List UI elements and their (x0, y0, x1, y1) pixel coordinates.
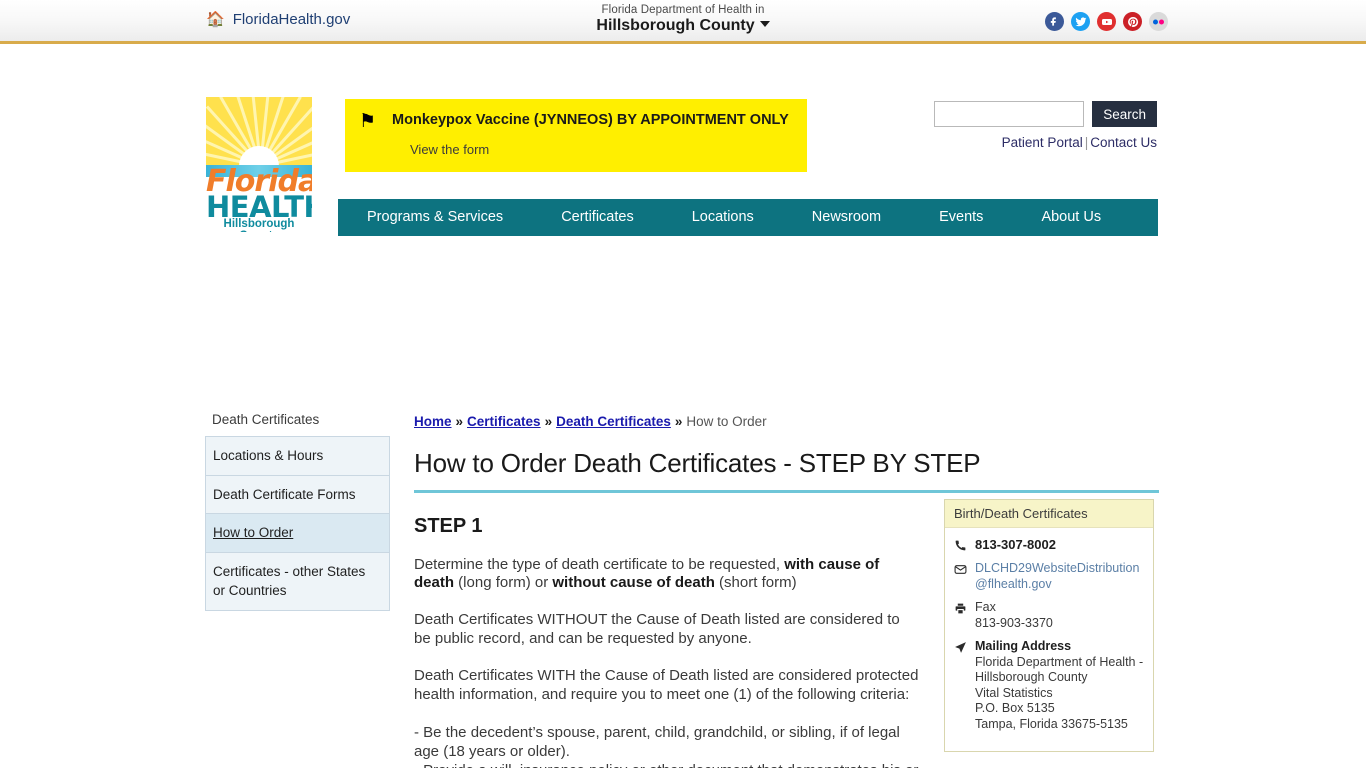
contact-address-block: Mailing Address Florida Department of He… (975, 639, 1144, 732)
top-utility-bar: 🏠 FloridaHealth.gov Florida Department o… (0, 0, 1366, 44)
breadcrumb-current: How to Order (686, 414, 767, 429)
contact-fax-number: 813-903-3370 (975, 615, 1053, 630)
address-line-4: Tampa, Florida 33675-5135 (975, 716, 1128, 731)
county-label: Hillsborough County (596, 17, 755, 34)
social-links (1045, 12, 1168, 31)
sidebar-item-label: How to Order (213, 525, 294, 541)
sidebar-item-label: Locations & Hours (213, 448, 324, 463)
search-button[interactable]: Search (1092, 101, 1157, 127)
alert-title: Monkeypox Vaccine (JYNNEOS) BY APPOINTME… (392, 112, 789, 128)
search-input[interactable] (934, 101, 1085, 127)
nav-item-about-us[interactable]: About Us (1012, 199, 1130, 236)
contact-fax-block: Fax 813-903-3370 (975, 600, 1053, 631)
breadcrumb-link-death-certificates[interactable]: Death Certificates (556, 414, 671, 429)
address-line-1: Florida Department of Health - Hillsboro… (975, 654, 1144, 685)
contact-phone: 813-307-8002 (975, 537, 1056, 552)
contact-email-row: DLCHD29WebsiteDistribution@flhealth.gov (954, 561, 1144, 592)
step1-text-a: Determine the type of death certificate … (414, 555, 785, 573)
sunburst-graphic (206, 97, 312, 172)
page-title: How to Order Death Certificates - STEP B… (414, 449, 1159, 493)
contact-address-row: Mailing Address Florida Department of He… (954, 639, 1144, 732)
nav-item-certificates[interactable]: Certificates (532, 199, 663, 236)
step-1-paragraph-2: Death Certificates WITHOUT the Cause of … (414, 611, 900, 648)
pinterest-icon[interactable] (1123, 12, 1142, 31)
sidebar-item-how-to-order[interactable]: How to Order (206, 514, 389, 553)
logo-county-text: Hillsborough County (223, 218, 295, 232)
nav-item-locations[interactable]: Locations (663, 199, 783, 236)
utility-links: Patient Portal | Contact Us (1002, 135, 1157, 150)
nav-item-events[interactable]: Events (910, 199, 1012, 236)
patient-portal-link[interactable]: Patient Portal (1002, 135, 1083, 150)
youtube-icon[interactable] (1097, 12, 1116, 31)
sidebar-item-death-certificate-forms[interactable]: Death Certificate Forms (206, 475, 389, 515)
contact-address-label: Mailing Address (975, 639, 1072, 654)
sidebar-nav: Locations & Hours Death Certificate Form… (205, 436, 390, 611)
alert-view-form-link[interactable]: View the form (410, 142, 489, 157)
breadcrumb-separator: » (544, 414, 553, 429)
contact-phone-row: 813-307-8002 (954, 537, 1144, 553)
site-search: Search (934, 101, 1157, 127)
envelope-icon (954, 561, 968, 592)
contact-card-heading: Birth/Death Certificates (945, 500, 1153, 528)
address-line-3: P.O. Box 5135 (975, 701, 1055, 716)
facebook-icon[interactable] (1045, 12, 1064, 31)
printer-icon (954, 600, 968, 631)
breadcrumb-separator: » (674, 414, 683, 429)
nav-item-programs-services[interactable]: Programs & Services (338, 199, 532, 236)
contact-card: Birth/Death Certificates 813-307-8002 DL… (944, 499, 1154, 753)
sidebar-item-locations-hours[interactable]: Locations & Hours (206, 437, 389, 476)
step1-text-d: without cause of death (552, 574, 715, 592)
sidebar-item-certificates-other-states[interactable]: Certificates - other States or Countries (206, 552, 389, 611)
phone-icon (954, 537, 968, 553)
address-line-2: Vital Statistics (975, 685, 1053, 700)
breadcrumb-link-certificates[interactable]: Certificates (467, 414, 541, 429)
step-1-criteria-list: - Be the decedent’s spouse, parent, chil… (414, 723, 919, 768)
step-1-heading: STEP 1 (414, 514, 483, 537)
left-sidebar: Death Certificates Locations & Hours Dea… (205, 412, 390, 611)
step-1-paragraph-1: Determine the type of death certificate … (414, 556, 919, 594)
contact-email-link[interactable]: DLCHD29WebsiteDistribution@flhealth.gov (975, 561, 1139, 591)
main-content: Home» Certificates» Death Certificates» How… (414, 412, 1159, 768)
location-arrow-icon (954, 639, 968, 732)
breadcrumb-separator: » (455, 414, 464, 429)
step-1-paragraph-3: Death Certificates WITH the Cause of Dea… (414, 667, 919, 704)
criteria-item-1: - Be the decedent’s spouse, parent, chil… (414, 723, 900, 761)
site-header: Florida HEALTH Hillsborough County ⚑ Mon… (0, 44, 1366, 236)
nav-item-newsroom[interactable]: Newsroom (783, 199, 910, 236)
chevron-down-icon (759, 21, 770, 27)
sidebar-item-label: Certificates - other States or Countries (213, 563, 366, 599)
twitter-icon[interactable] (1071, 12, 1090, 31)
criteria-item-2: - Provide a will, insurance policy or ot… (414, 762, 918, 768)
utility-separator: | (1084, 135, 1089, 150)
florida-health-logo[interactable]: Florida HEALTH Hillsborough County (206, 97, 312, 232)
contact-fax-label: Fax (975, 600, 996, 615)
flag-icon: ⚑ (359, 111, 377, 132)
contact-email-wrap: DLCHD29WebsiteDistribution@flhealth.gov (975, 561, 1144, 592)
main-navigation: Programs & Services Certificates Locatio… (338, 199, 1158, 236)
sidebar-title: Death Certificates (212, 412, 320, 427)
county-selector[interactable]: Hillsborough County (596, 17, 770, 35)
breadcrumb-link-home[interactable]: Home (414, 414, 452, 429)
step1-text-e: (short form) (714, 574, 797, 592)
sidebar-item-label: Death Certificate Forms (213, 486, 356, 502)
breadcrumb: Home» Certificates» Death Certificates» How… (414, 412, 919, 429)
alert-banner: ⚑ Monkeypox Vaccine (JYNNEOS) BY APPOINT… (345, 99, 807, 172)
contact-us-link[interactable]: Contact Us (1090, 135, 1157, 150)
contact-fax-row: Fax 813-903-3370 (954, 600, 1144, 631)
flickr-icon[interactable] (1149, 12, 1168, 31)
step1-text-c: (long form) or (454, 574, 553, 592)
